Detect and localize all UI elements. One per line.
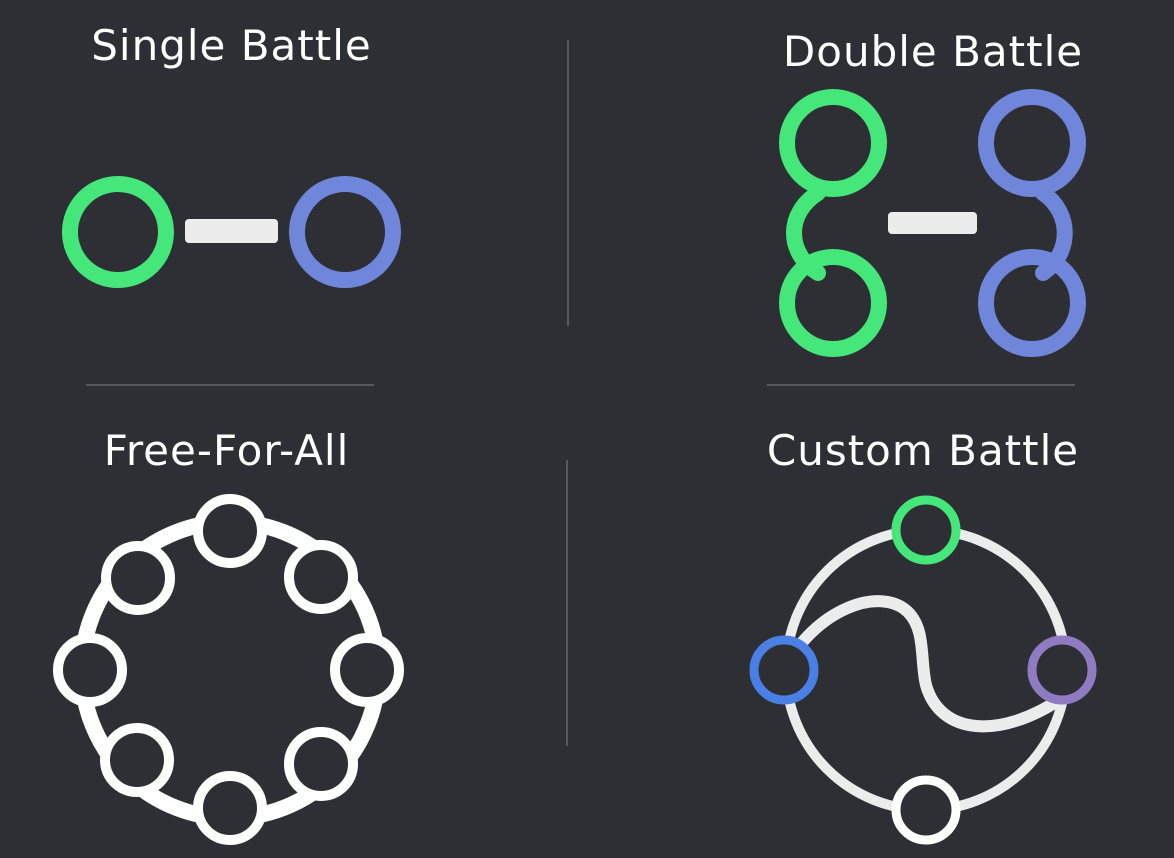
- battle-mode-selection: Single Battle Double Battle Free-For-All: [0, 0, 1174, 858]
- blue-bottom-circle: [978, 249, 1086, 357]
- ffa-node-7: [53, 633, 127, 707]
- divider-horizontal-right: [767, 384, 1075, 386]
- custom-node-green: [891, 495, 961, 565]
- custom-node-white: [891, 775, 961, 845]
- ffa-node-3: [330, 633, 404, 707]
- ffa-node-1: [193, 494, 267, 568]
- free-for-all-ring-icon: [53, 494, 404, 845]
- ffa-node-6: [100, 723, 174, 797]
- custom-battle-circle-icon: [749, 495, 1097, 845]
- green-bottom-circle: [779, 249, 887, 357]
- blue-top-circle: [978, 89, 1086, 197]
- versus-dash: [888, 212, 977, 234]
- player-green-circle: [62, 176, 174, 288]
- divider-vertical-bottom: [566, 460, 568, 746]
- player-blue-circle: [289, 176, 401, 288]
- custom-battle-title: Custom Battle: [766, 426, 1080, 475]
- ffa-node-5: [193, 771, 267, 845]
- ffa-node-2: [284, 540, 358, 614]
- double-battle-title: Double Battle: [782, 27, 1084, 76]
- free-for-all-title: Free-For-All: [103, 426, 350, 475]
- ffa-node-4: [284, 727, 358, 801]
- double-battle-option[interactable]: Double Battle: [760, 15, 1120, 365]
- ffa-node-8: [101, 541, 175, 615]
- two-vs-two-icon: [779, 89, 1086, 357]
- single-battle-title: Single Battle: [91, 21, 372, 70]
- green-top-circle: [779, 89, 887, 197]
- custom-battle-option[interactable]: Custom Battle: [740, 420, 1120, 850]
- divider-horizontal-left: [86, 384, 374, 386]
- divider-vertical-top: [567, 40, 569, 326]
- custom-node-purple: [1027, 635, 1097, 705]
- custom-node-blue: [749, 635, 819, 705]
- versus-dash: [185, 219, 278, 243]
- custom-s-curve: [778, 595, 1068, 733]
- free-for-all-option[interactable]: Free-For-All: [40, 420, 440, 850]
- single-battle-option[interactable]: Single Battle: [40, 15, 440, 315]
- one-vs-one-icon: [62, 176, 401, 288]
